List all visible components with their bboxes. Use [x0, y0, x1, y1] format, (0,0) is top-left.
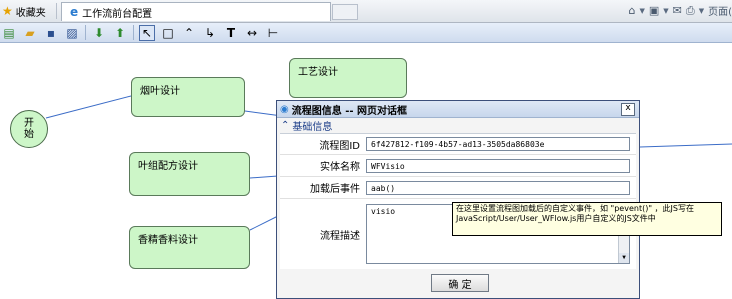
- section-header[interactable]: ⌃ 基础信息: [277, 118, 639, 133]
- ie-page-icon: ◉: [280, 103, 289, 115]
- description-text: visio: [371, 207, 396, 216]
- ie-page-icon: e: [70, 5, 79, 19]
- divider: [85, 25, 86, 40]
- chevron-down-icon[interactable]: ▼: [639, 7, 644, 15]
- chevron-down-icon[interactable]: ▼: [699, 7, 704, 15]
- save-as-icon[interactable]: ▨: [64, 25, 80, 41]
- dialog-title-bar[interactable]: ◉ 流程图信息 -- 网页对话框: [277, 101, 639, 118]
- node-gongyi[interactable]: 工艺设计: [289, 58, 407, 98]
- node-label: 叶组配方设计: [138, 161, 198, 172]
- star-icon: ★: [2, 4, 13, 18]
- home-icon[interactable]: ⌂: [629, 4, 636, 17]
- form-row: 加载后事件 aab(): [280, 177, 636, 199]
- dialog-title: 流程图信息 -- 网页对话框: [291, 105, 407, 117]
- rectangle-icon[interactable]: □: [160, 25, 176, 41]
- edge-yezu-dialog: [249, 175, 279, 179]
- onload-event-field[interactable]: aab(): [366, 180, 630, 195]
- node-xiangjing[interactable]: 香精香料设计: [129, 226, 250, 269]
- resize-icon[interactable]: ↔: [244, 25, 260, 41]
- chevron-down-icon[interactable]: ▼: [663, 7, 668, 15]
- connector-icon[interactable]: ↳: [202, 25, 218, 41]
- save-icon[interactable]: ▪: [43, 25, 59, 41]
- collapse-icon[interactable]: ⌃: [281, 120, 289, 131]
- field-label: 流程描述: [320, 230, 360, 242]
- designer-toolbar: ▤ ▰ ▪ ▨ ⬇ ⬆ ↖ □ ⌃ ↳ T ↔ ⊢: [0, 23, 732, 43]
- edge-xiangjing-dialog: [249, 215, 279, 231]
- page-menu[interactable]: 页面(: [708, 3, 732, 18]
- pointer-icon[interactable]: ↖: [139, 24, 155, 41]
- form-row: 实体名称 WFVisio: [280, 155, 636, 177]
- field-label: 流程图ID: [319, 140, 360, 152]
- print-icon[interactable]: ⎙: [686, 4, 695, 18]
- down-arrow-icon[interactable]: ⬇: [91, 25, 107, 41]
- field-label: 实体名称: [320, 162, 360, 173]
- close-button[interactable]: x: [621, 103, 635, 116]
- tab-title: 工作流前台配置: [82, 8, 153, 20]
- ok-button[interactable]: 确 定: [431, 274, 489, 292]
- flow-info-dialog: ◉ 流程图信息 -- 网页对话框 x ⌃ 基础信息 流程图ID 6f427812…: [276, 100, 640, 299]
- field-label: 加载后事件: [310, 184, 360, 195]
- entity-name-field[interactable]: WFVisio: [366, 158, 630, 173]
- text-icon[interactable]: T: [223, 25, 239, 41]
- node-yezu[interactable]: 叶组配方设计: [129, 152, 250, 196]
- section-title: 基础信息: [292, 121, 333, 133]
- line-icon[interactable]: ⌃: [181, 25, 197, 41]
- feeds-icon[interactable]: ▣: [649, 4, 659, 17]
- start-node[interactable]: 开 始: [10, 110, 48, 148]
- favorites-button[interactable]: ★ 收藏夹: [0, 3, 46, 19]
- dialog-form: 流程图ID 6f427812-f109-4b57-ad13-3505da8680…: [280, 133, 636, 269]
- node-label: 工艺设计: [298, 67, 338, 78]
- start-node-label: 开 始: [24, 118, 34, 140]
- form-row: 流程图ID 6f427812-f109-4b57-ad13-3505da8680…: [280, 134, 636, 155]
- divider: [133, 25, 134, 40]
- edge-offscreen: [639, 143, 732, 148]
- flow-id-field[interactable]: 6f427812-f109-4b57-ad13-3505da86803e: [366, 137, 630, 151]
- node-yanye[interactable]: 烟叶设计: [131, 77, 245, 117]
- up-arrow-icon[interactable]: ⬆: [112, 25, 128, 41]
- new-icon[interactable]: ▤: [1, 25, 17, 41]
- open-icon[interactable]: ▰: [22, 25, 38, 41]
- scroll-down-icon[interactable]: ▼: [619, 253, 629, 263]
- node-label: 烟叶设计: [140, 86, 180, 97]
- mail-icon[interactable]: ✉: [673, 4, 682, 17]
- browser-tab-strip: ★ 收藏夹 e 工作流前台配置 ⌂ ▼ ▣ ▼ ✉ ⎙ ▼ 页面(: [0, 0, 732, 23]
- divider: [56, 3, 57, 19]
- browser-command-bar: ⌂ ▼ ▣ ▼ ✉ ⎙ ▼ 页面(: [629, 3, 732, 19]
- node-label: 香精香料设计: [138, 235, 198, 246]
- edge-start-yanye: [45, 95, 132, 119]
- branch-icon[interactable]: ⊢: [265, 25, 281, 41]
- new-tab-button[interactable]: [332, 4, 358, 20]
- browser-tab[interactable]: e 工作流前台配置: [61, 2, 331, 21]
- tooltip: 在这里设置流程图加载后的自定义事件，如 "pevent()" ，此JS写在Jav…: [452, 202, 722, 236]
- favorites-label: 收藏夹: [15, 7, 46, 19]
